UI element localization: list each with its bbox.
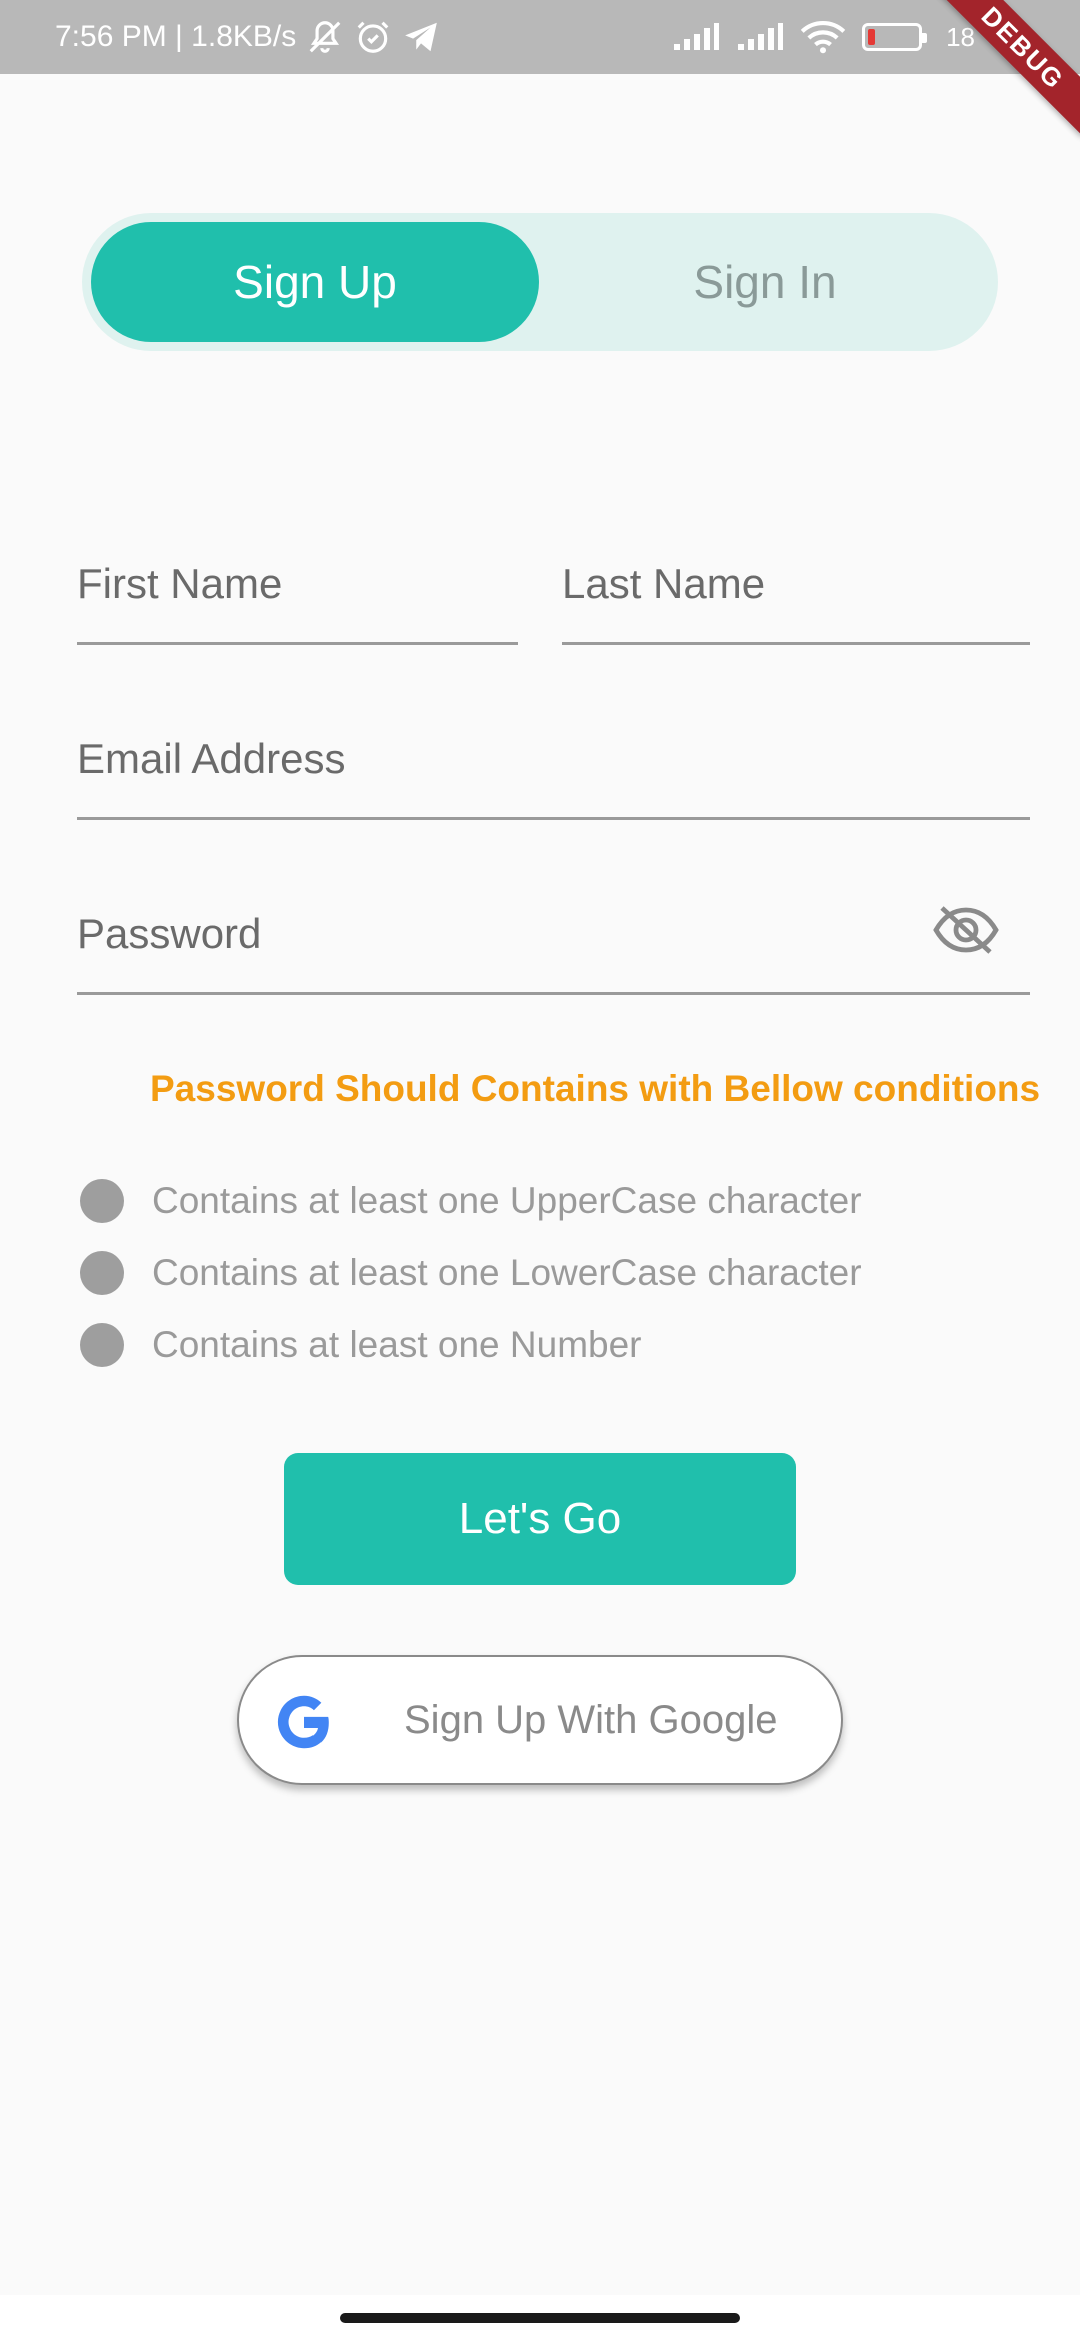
- tab-sign-in[interactable]: Sign In: [541, 222, 989, 342]
- password-rule-item: Contains at least one UpperCase characte…: [80, 1165, 1030, 1237]
- status-right: 18: [672, 0, 975, 74]
- first-name-input[interactable]: [77, 560, 518, 608]
- battery-percent: 18: [946, 21, 975, 52]
- tab-sign-up[interactable]: Sign Up: [91, 222, 539, 342]
- eye-off-icon[interactable]: [932, 906, 1000, 954]
- alarm-icon: [357, 21, 389, 53]
- rule-text: Contains at least one UpperCase characte…: [152, 1180, 862, 1221]
- battery-level-fill: [868, 29, 875, 45]
- home-indicator[interactable]: [340, 2313, 740, 2323]
- status-time-network: 7:56 PM | 1.8KB/s: [55, 20, 297, 53]
- rule-status-dot: [80, 1251, 124, 1295]
- password-field: [77, 880, 1030, 995]
- password-rule-item: Contains at least one Number: [80, 1309, 1030, 1381]
- telegram-icon: [405, 22, 438, 52]
- last-name-input[interactable]: [562, 560, 1030, 608]
- email-input[interactable]: [77, 735, 1030, 783]
- rule-text: Contains at least one Number: [152, 1324, 642, 1365]
- password-rules-list: Contains at least one UpperCase characte…: [80, 1165, 1030, 1381]
- lets-go-button[interactable]: Let's Go: [284, 1453, 796, 1585]
- battery-tip: [922, 33, 928, 43]
- rule-status-dot: [80, 1323, 124, 1367]
- password-input[interactable]: [77, 910, 897, 958]
- google-sign-up-button[interactable]: Sign Up With Google: [237, 1655, 843, 1785]
- wifi-icon: [800, 21, 846, 54]
- rule-status-dot: [80, 1179, 124, 1223]
- password-rules-heading: Password Should Contains with Bellow con…: [150, 1068, 1041, 1109]
- rule-text: Contains at least one LowerCase characte…: [152, 1252, 862, 1293]
- first-name-field: [77, 530, 518, 645]
- password-rule-item: Contains at least one LowerCase characte…: [80, 1237, 1030, 1309]
- auth-mode-toggle: Sign Up Sign In: [82, 213, 998, 351]
- google-icon: [277, 1695, 329, 1749]
- bell-off-icon: [309, 21, 341, 53]
- signal-icon: [738, 23, 784, 50]
- status-bar: 7:56 PM | 1.8KB/s 18: [0, 0, 1080, 74]
- email-field: [77, 705, 1030, 820]
- google-button-label: Sign Up With Google: [404, 1698, 778, 1742]
- signal-icon: [674, 23, 720, 50]
- last-name-field: [562, 530, 1030, 645]
- battery-icon: [862, 23, 928, 51]
- status-left: 7:56 PM | 1.8KB/s: [55, 0, 440, 74]
